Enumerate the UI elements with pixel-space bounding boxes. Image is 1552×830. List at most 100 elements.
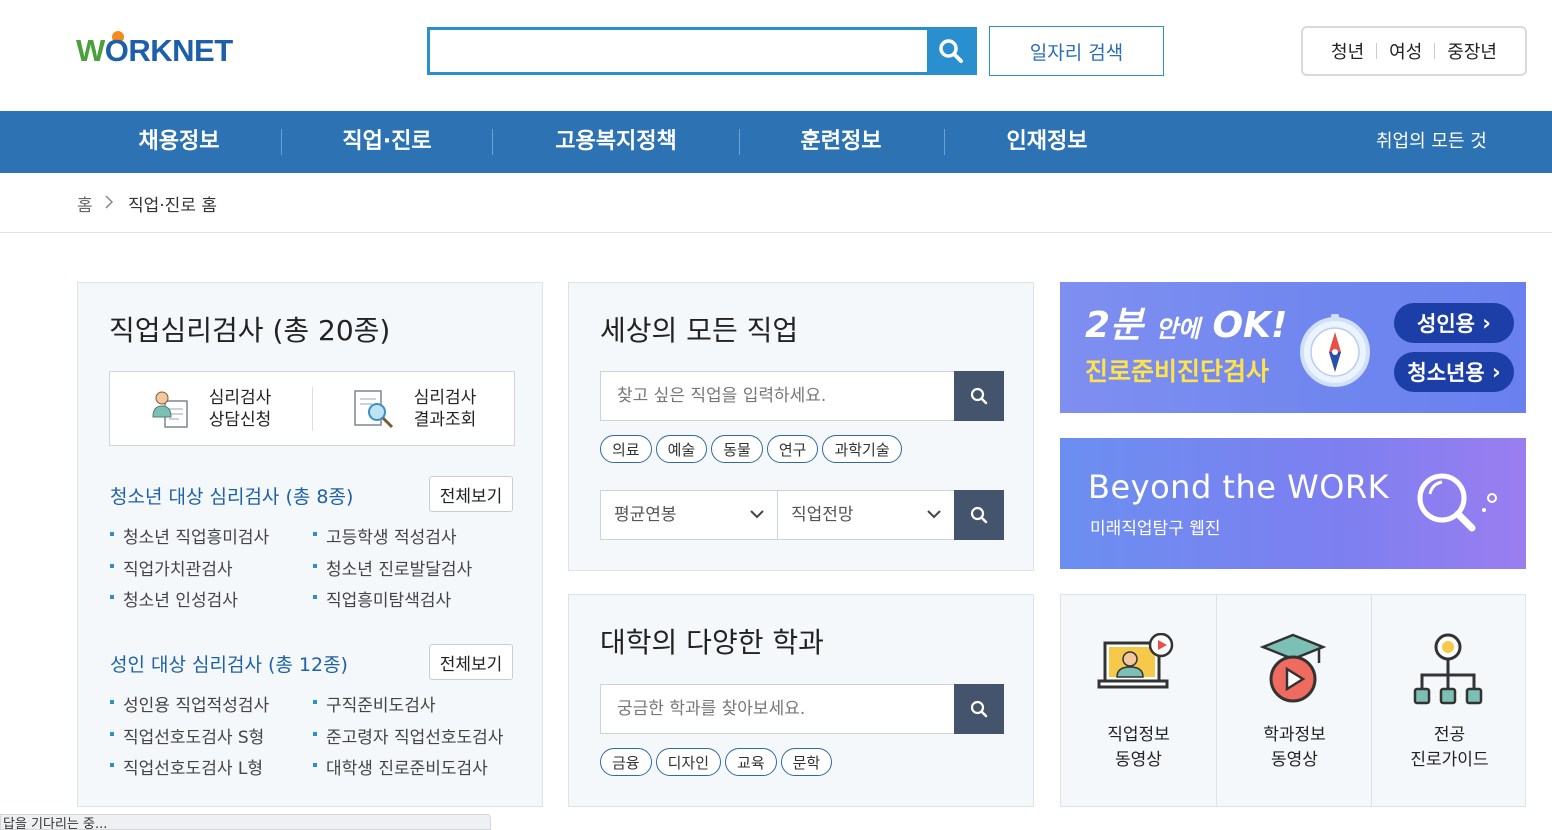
job-search-box <box>600 371 1004 421</box>
search-icon <box>970 387 988 405</box>
job-tag[interactable]: 동물 <box>711 435 763 463</box>
target-women[interactable]: 여성 <box>1377 38 1434 64</box>
test-item[interactable]: 대학생 진로준비도검사 <box>313 754 488 779</box>
youth-test-button[interactable]: 청소년용 › <box>1394 352 1514 392</box>
dept-search-input[interactable] <box>601 685 953 733</box>
banner1-subtitle: 진로준비진단검사 <box>1085 357 1270 386</box>
outlook-select-label: 직업전망 <box>791 505 854 525</box>
psy-test-title: 직업심리검사 (총 20종) <box>109 314 391 347</box>
major-guide-link[interactable]: 전공 진로가이드 <box>1372 595 1527 806</box>
beyond-the-work-banner[interactable]: Beyond the WORK 미래직업탐구 웹진 <box>1060 438 1526 569</box>
worknet-logo[interactable]: WORKNET <box>76 30 268 72</box>
video-lecture-icon <box>1097 633 1174 689</box>
adult-test-title: 성인 대상 심리검사 (총 12종) <box>110 654 348 676</box>
all-jobs-title: 세상의 모든 직업 <box>600 314 799 347</box>
job-filter-submit[interactable] <box>954 490 1004 540</box>
search-icon <box>970 700 988 718</box>
nav-talent[interactable]: 인재정보 <box>990 111 1104 173</box>
banner2-title: Beyond the WORK <box>1088 468 1390 506</box>
graduation-video-icon <box>1259 633 1327 703</box>
main-search <box>427 27 977 75</box>
test-item[interactable]: 직업가치관검사 <box>110 555 232 580</box>
target-middle-aged[interactable]: 중장년 <box>1435 38 1509 64</box>
salary-select[interactable]: 평균연봉 <box>600 490 778 540</box>
outlook-select[interactable]: 직업전망 <box>777 490 955 540</box>
search-icon <box>970 506 988 524</box>
test-item[interactable]: 직업선호도검사 S형 <box>110 723 264 748</box>
career-readiness-banner: 2분 안에 OK! 진로준비진단검사 성인용 › 청소년용 › <box>1060 282 1526 413</box>
chevron-right-icon <box>105 195 114 209</box>
org-chart-icon <box>1413 633 1483 705</box>
job-tag[interactable]: 연구 <box>766 435 819 463</box>
univ-dept-title: 대학의 다양한 학과 <box>600 626 824 659</box>
psy-apply-label: 심리검사 상담신청 <box>208 387 272 430</box>
job-tag[interactable]: 과학기술 <box>822 435 902 463</box>
job-tag[interactable]: 예술 <box>655 435 708 463</box>
test-item[interactable]: 청소년 인성검사 <box>110 586 238 611</box>
test-item[interactable]: 준고령자 직업선호도검사 <box>313 723 503 748</box>
job-search-button[interactable]: 일자리 검색 <box>989 26 1164 76</box>
test-item[interactable]: 성인용 직업적성검사 <box>110 691 269 716</box>
dept-tag[interactable]: 디자인 <box>655 748 722 776</box>
all-jobs-panel: 세상의 모든 직업 의료 예술 동물 연구 과학기술 평균연봉 직업전망 <box>568 282 1034 571</box>
dept-tag[interactable]: 금융 <box>600 748 652 776</box>
banner1-headline: 2분 안에 OK! <box>1085 305 1288 346</box>
dept-tag[interactable]: 교육 <box>725 748 777 776</box>
dept-tags: 금융 디자인 교육 문학 <box>600 748 833 776</box>
test-item[interactable]: 직업선호도검사 L형 <box>110 754 263 779</box>
job-tag[interactable]: 의료 <box>600 435 652 463</box>
psy-quick-box: 심리검사 상담신청 심리검사 결과조회 <box>109 371 515 446</box>
magnifier-icon <box>1417 473 1497 532</box>
chevron-down-icon <box>927 510 941 519</box>
job-tags: 의료 예술 동물 연구 과학기술 <box>600 435 902 463</box>
magnifier-document-icon <box>353 389 393 428</box>
job-search-submit[interactable] <box>954 371 1004 421</box>
main-search-button[interactable] <box>927 30 974 72</box>
salary-select-label: 평균연봉 <box>614 505 677 525</box>
major-guide-label: 전공 진로가이드 <box>1410 725 1489 770</box>
univ-dept-panel: 대학의 다양한 학과 금융 디자인 교육 문학 <box>568 594 1034 807</box>
adult-test-button[interactable]: 성인용 › <box>1394 303 1514 343</box>
dept-search-box <box>600 684 1004 734</box>
youth-test-title: 청소년 대상 심리검사 (총 8종) <box>110 486 354 508</box>
dept-video-link[interactable]: 학과정보 동영상 <box>1217 595 1372 806</box>
test-item[interactable]: 고등학생 적성검사 <box>313 523 457 548</box>
psy-apply-button[interactable]: 심리검사 상담신청 <box>110 372 312 445</box>
test-item[interactable]: 구직준비도검사 <box>313 691 435 716</box>
global-nav: 채용정보 직업·진로 고용복지정책 훈련정보 인재정보 취업의 모든 것 <box>0 111 1552 173</box>
test-item[interactable]: 청소년 직업흥미검사 <box>110 523 269 548</box>
job-filter-row: 평균연봉 직업전망 <box>600 490 1004 540</box>
nav-divider <box>281 129 282 155</box>
logo-rest: ORKNET <box>104 33 233 68</box>
youth-view-all-button[interactable]: 전체보기 <box>429 476 513 512</box>
logo-text: WORKNET <box>76 33 233 68</box>
nav-career[interactable]: 직업·진로 <box>326 111 448 173</box>
nav-divider <box>944 129 945 155</box>
nav-training[interactable]: 훈련정보 <box>784 111 898 173</box>
main-search-input[interactable] <box>430 30 927 72</box>
dept-search-submit[interactable] <box>954 684 1004 734</box>
job-search-input[interactable] <box>601 372 953 420</box>
adult-view-all-button[interactable]: 전체보기 <box>429 644 513 680</box>
test-item[interactable]: 직업흥미탐색검사 <box>313 586 451 611</box>
target-youth[interactable]: 청년 <box>1319 38 1376 64</box>
psy-result-button[interactable]: 심리검사 결과조회 <box>313 372 515 445</box>
nav-divider <box>492 129 493 155</box>
dept-video-label: 학과정보 동영상 <box>1263 725 1326 770</box>
browser-status-bar: 답을 기다리는 중... <box>0 814 491 830</box>
nav-recruit[interactable]: 채용정보 <box>122 111 236 173</box>
nav-all-about-jobs[interactable]: 취업의 모든 것 <box>1376 111 1487 173</box>
nav-welfare[interactable]: 고용복지정책 <box>540 111 692 173</box>
job-video-label: 직업정보 동영상 <box>1107 725 1170 770</box>
job-video-link[interactable]: 직업정보 동영상 <box>1061 595 1216 806</box>
psy-test-panel: 직업심리검사 (총 20종) 심리검사 상담신청 심리검사 결과조회 청소년 대상 … <box>77 282 543 807</box>
dept-tag[interactable]: 문학 <box>780 748 833 776</box>
banner2-subtitle: 미래직업탐구 웹진 <box>1090 519 1221 539</box>
breadcrumb-home[interactable]: 홈 <box>77 191 93 216</box>
test-item[interactable]: 청소년 진로발달검사 <box>313 555 472 580</box>
nav-divider <box>739 129 740 155</box>
search-icon <box>938 39 963 63</box>
chevron-down-icon <box>750 510 764 519</box>
breadcrumb: 홈 직업·진로 홈 <box>0 173 1552 233</box>
psy-result-label: 심리검사 결과조회 <box>413 387 477 430</box>
